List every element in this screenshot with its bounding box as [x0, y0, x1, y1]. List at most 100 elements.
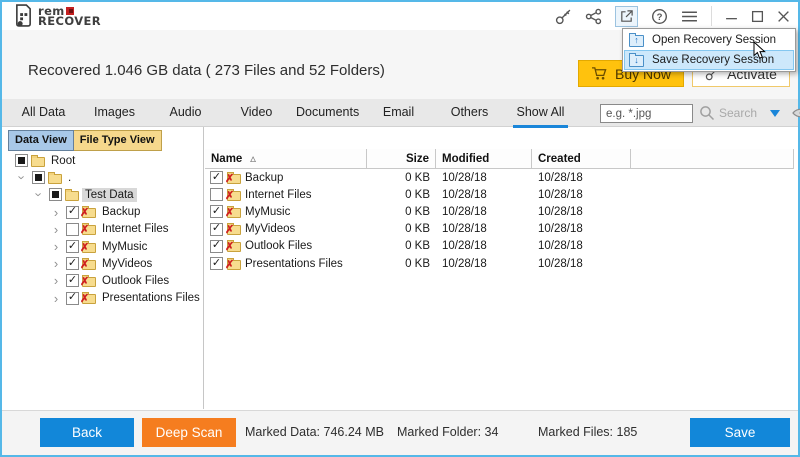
tree-checkbox[interactable]	[15, 154, 28, 167]
close-button[interactable]	[777, 10, 790, 23]
table-row[interactable]: Backup 0 KB 10/28/18 10/28/18	[205, 169, 794, 186]
view-tab[interactable]: File Type View	[74, 130, 162, 151]
tree-checkbox[interactable]	[66, 240, 79, 253]
help-icon[interactable]: ?	[651, 8, 668, 25]
titlebar-separator	[711, 6, 712, 26]
category-tab[interactable]: All Data	[8, 99, 79, 126]
expander-icon[interactable]	[49, 222, 63, 236]
tree-item[interactable]: MyVideos	[4, 255, 202, 272]
expander-icon[interactable]	[32, 188, 46, 202]
tree-item-label[interactable]: Test Data	[82, 188, 137, 202]
table-row[interactable]: Presentations Files 0 KB 10/28/18 10/28/…	[205, 255, 794, 272]
tree-item-label[interactable]: Presentations Files	[99, 291, 202, 305]
tree-item[interactable]: Test Data	[4, 186, 202, 203]
tree-item[interactable]: Outlook Files	[4, 272, 202, 289]
tree-item-label[interactable]: .	[65, 171, 74, 185]
view-tab[interactable]: Data View	[8, 130, 74, 151]
tree-checkbox[interactable]	[49, 188, 62, 201]
app-window: rem RECOVER	[0, 0, 800, 457]
row-name: Internet Files	[245, 189, 311, 201]
tree-item-label[interactable]: Root	[48, 154, 78, 168]
table-row[interactable]: Outlook Files 0 KB 10/28/18 10/28/18	[205, 238, 794, 255]
table-row[interactable]: MyMusic 0 KB 10/28/18 10/28/18	[205, 203, 794, 220]
row-size: 0 KB	[367, 189, 436, 201]
row-checkbox[interactable]	[210, 257, 223, 270]
tree-item-label[interactable]: MyMusic	[99, 240, 150, 254]
menu-icon[interactable]	[681, 9, 698, 24]
deleted-folder-icon	[227, 191, 241, 201]
category-tab[interactable]: Others	[434, 99, 505, 126]
tree-checkbox[interactable]	[66, 292, 79, 305]
tree-item[interactable]: Backup	[4, 204, 202, 221]
key-icon[interactable]	[555, 8, 572, 25]
row-checkbox[interactable]	[210, 205, 223, 218]
row-size: 0 KB	[367, 240, 436, 252]
logo-red-square	[66, 7, 74, 15]
row-checkbox[interactable]	[210, 223, 223, 236]
row-checkbox[interactable]	[210, 171, 223, 184]
table-row[interactable]: MyVideos 0 KB 10/28/18 10/28/18	[205, 221, 794, 238]
tree-checkbox[interactable]	[66, 223, 79, 236]
folder-tree-panel: Data View File Type View Root	[4, 127, 204, 409]
search-input[interactable]	[600, 104, 693, 123]
tree-item-label[interactable]: Backup	[99, 205, 143, 219]
save-button[interactable]: Save	[690, 418, 790, 447]
tree-item-label[interactable]: Internet Files	[99, 222, 171, 236]
tree-checkbox[interactable]	[66, 206, 79, 219]
row-created: 10/28/18	[532, 206, 631, 218]
row-created: 10/28/18	[532, 258, 631, 270]
back-button[interactable]: Back	[40, 418, 134, 447]
folder-icon	[48, 174, 62, 184]
tree-item-label[interactable]: Outlook Files	[99, 274, 172, 288]
search-icon[interactable]	[699, 105, 715, 121]
column-header-size[interactable]: Size	[367, 149, 436, 168]
folder-icon	[82, 277, 96, 287]
category-tab[interactable]: Documents	[292, 99, 363, 126]
row-checkbox[interactable]	[210, 188, 223, 201]
deleted-folder-icon	[227, 174, 241, 184]
preview-eye-icon[interactable]	[792, 106, 800, 120]
tree-item[interactable]: Root	[4, 152, 202, 169]
tree-item[interactable]: Internet Files	[4, 221, 202, 238]
expander-icon[interactable]	[49, 257, 63, 271]
deep-scan-button[interactable]: Deep Scan	[142, 418, 236, 447]
expander-icon[interactable]	[49, 205, 63, 219]
column-header-name[interactable]: Name△	[205, 149, 367, 168]
column-header-created[interactable]: Created	[532, 149, 631, 168]
category-tab[interactable]: Images	[79, 99, 150, 126]
expander-icon[interactable]	[49, 291, 63, 305]
tree-checkbox[interactable]	[66, 257, 79, 270]
tree-item-label[interactable]: MyVideos	[99, 257, 155, 271]
menu-item[interactable]: Open Recovery Session	[624, 30, 794, 50]
row-size: 0 KB	[367, 206, 436, 218]
row-checkbox[interactable]	[210, 240, 223, 253]
table-row[interactable]: Internet Files 0 KB 10/28/18 10/28/18	[205, 186, 794, 203]
maximize-button[interactable]	[751, 10, 764, 23]
row-created: 10/28/18	[532, 240, 631, 252]
share-icon[interactable]	[585, 8, 602, 25]
row-name: Backup	[245, 172, 283, 184]
category-tab[interactable]: Video	[221, 99, 292, 126]
category-tab[interactable]: Audio	[150, 99, 221, 126]
category-tab[interactable]: Email	[363, 99, 434, 126]
open-session-icon[interactable]	[615, 6, 638, 27]
tree-item[interactable]: .	[4, 169, 202, 186]
expander-icon[interactable]	[49, 240, 63, 254]
column-header-modified[interactable]: Modified	[436, 149, 532, 168]
row-size: 0 KB	[367, 258, 436, 270]
expander-icon[interactable]	[49, 274, 63, 288]
tree-item[interactable]: MyMusic	[4, 238, 202, 255]
search-label[interactable]: Search	[719, 106, 757, 120]
tree-item[interactable]: Presentations Files	[4, 290, 202, 307]
expander-icon[interactable]	[15, 171, 29, 185]
row-created: 10/28/18	[532, 172, 631, 184]
minimize-button[interactable]	[725, 10, 738, 23]
row-modified: 10/28/18	[436, 258, 532, 270]
menu-item[interactable]: Save Recovery Session	[624, 50, 794, 70]
deleted-folder-icon	[227, 260, 241, 270]
category-tab[interactable]: Show All	[505, 99, 576, 126]
tree-checkbox[interactable]	[32, 171, 45, 184]
deleted-folder-icon	[227, 242, 241, 252]
tree-checkbox[interactable]	[66, 274, 79, 287]
search-options-dropdown-icon[interactable]	[770, 110, 780, 117]
